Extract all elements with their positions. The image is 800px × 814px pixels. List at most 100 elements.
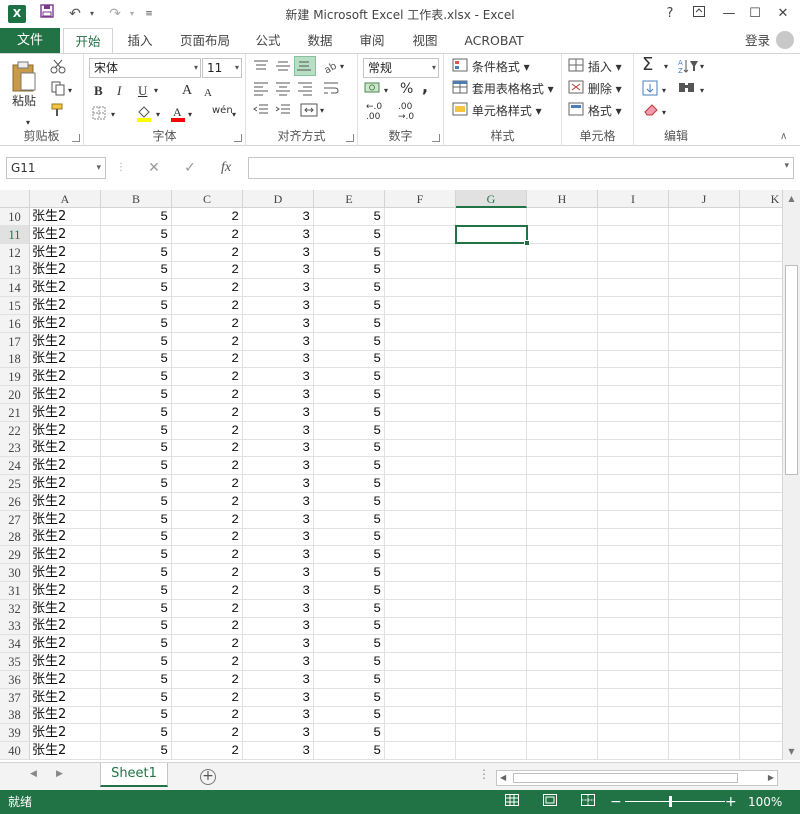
row-header[interactable]: 21 [0,404,30,422]
vertical-scrollbar[interactable]: ▲ ▼ [782,190,800,760]
font-size-select[interactable]: 11 ▾ [202,58,242,78]
tab-insert[interactable]: 插入 [118,28,162,53]
page-break-view-icon[interactable] [580,794,596,810]
tab-file[interactable]: 文件 [0,28,60,53]
grow-font-button[interactable]: A [182,82,192,100]
grid-cell[interactable]: 张生2 [30,742,101,760]
grid-cell[interactable]: 张生2 [30,439,101,457]
increase-decimal-icon[interactable]: ←.0.00 [366,102,382,122]
grid-cell[interactable] [598,671,669,689]
grid-cell[interactable] [740,208,782,226]
vertical-scroll-thumb[interactable] [785,265,798,475]
grid-cell[interactable]: 5 [101,528,172,546]
tab-split-grip-icon[interactable]: ⋮ [478,767,490,781]
column-header-a[interactable]: A [30,190,101,208]
grid-cell[interactable]: 5 [314,600,385,618]
grid-cell[interactable]: 3 [243,671,314,689]
grid-cell[interactable]: 张生2 [30,404,101,422]
underline-dropdown-icon[interactable]: ▾ [154,82,158,100]
grid-cell[interactable]: 3 [243,511,314,529]
grid-cell[interactable] [385,475,456,493]
grid-cell[interactable] [598,315,669,333]
grid-cell[interactable]: 3 [243,724,314,742]
format-as-table-button[interactable]: 套用表格格式 ▾ [452,80,554,99]
maximize-icon[interactable]: ☐ [744,4,766,24]
grid-cell[interactable]: 张生2 [30,706,101,724]
grid-cell[interactable] [527,706,598,724]
grid-cell[interactable] [456,208,527,226]
grid-cell[interactable] [385,226,456,244]
ribbon-display-options-icon[interactable] [688,4,710,24]
grid-cell[interactable] [456,635,527,653]
user-avatar-icon[interactable] [776,31,794,49]
grid-cell[interactable] [740,635,782,653]
copy-icon[interactable] [50,80,66,101]
grid-cell[interactable]: 张生2 [30,226,101,244]
grid-cell[interactable]: 3 [243,226,314,244]
grid-cell[interactable]: 3 [243,617,314,635]
grid-cell[interactable]: 2 [172,368,243,386]
grid-cell[interactable] [598,261,669,279]
grid-cell[interactable] [669,528,740,546]
grid-cell[interactable] [527,315,598,333]
grid-cell[interactable] [456,315,527,333]
number-launcher-icon[interactable] [432,134,440,142]
grid-cell[interactable]: 5 [314,422,385,440]
grid-cell[interactable]: 张生2 [30,600,101,618]
grid-cell[interactable] [385,404,456,422]
grid-cell[interactable] [740,475,782,493]
row-header[interactable]: 22 [0,422,30,440]
grid-cell[interactable] [669,386,740,404]
column-header-g[interactable]: G [456,190,527,208]
column-header-f[interactable]: F [385,190,456,208]
grid-cell[interactable] [456,439,527,457]
grid-cell[interactable]: 5 [314,279,385,297]
grid-cell[interactable] [669,617,740,635]
grid-cell[interactable] [598,617,669,635]
grid-cell[interactable] [385,208,456,226]
expand-formula-bar-icon[interactable]: ▾ [784,161,789,171]
grid-cell[interactable] [456,724,527,742]
row-header[interactable]: 33 [0,617,30,635]
grid-cell[interactable]: 5 [101,742,172,760]
grid-cell[interactable] [740,439,782,457]
horizontal-scrollbar[interactable]: ◀ ▶ [496,770,778,786]
grid-cell[interactable] [456,297,527,315]
grid-cell[interactable] [456,546,527,564]
grid-cell[interactable] [669,261,740,279]
grid-cell[interactable] [598,244,669,262]
grid-cell[interactable]: 3 [243,689,314,707]
grid-cell[interactable]: 2 [172,528,243,546]
grid-cell[interactable]: 5 [101,279,172,297]
align-center-icon[interactable] [274,80,292,101]
grid-cell[interactable]: 3 [243,315,314,333]
grid-cell[interactable] [385,422,456,440]
format-cells-button[interactable]: 格式 ▾ [568,102,622,121]
tab-home[interactable]: 开始 [63,28,113,54]
grid-cell[interactable]: 2 [172,582,243,600]
grid-cell[interactable]: 2 [172,742,243,760]
grid-cell[interactable] [669,422,740,440]
add-sheet-button[interactable]: + [200,769,216,785]
grid-cell[interactable]: 张生2 [30,564,101,582]
grid-cell[interactable]: 3 [243,404,314,422]
format-painter-icon[interactable] [50,102,66,123]
row-header[interactable]: 12 [0,244,30,262]
grid-cell[interactable] [669,742,740,760]
grid-cell[interactable]: 5 [101,404,172,422]
grid-cell[interactable] [669,671,740,689]
grid-cell[interactable] [456,386,527,404]
grid-cell[interactable]: 5 [314,724,385,742]
grid-cell[interactable] [740,333,782,351]
grid-cell[interactable]: 张生2 [30,208,101,226]
grid-cell[interactable] [740,297,782,315]
grid-cell[interactable] [598,742,669,760]
grid-cell[interactable]: 张生2 [30,724,101,742]
grid-cell[interactable] [740,350,782,368]
align-left-icon[interactable] [252,80,270,101]
autosum-button[interactable]: Σ [642,56,653,74]
grid-cell[interactable] [740,546,782,564]
grid-cell[interactable]: 5 [101,208,172,226]
grid-cell[interactable] [598,279,669,297]
row-header[interactable]: 19 [0,368,30,386]
